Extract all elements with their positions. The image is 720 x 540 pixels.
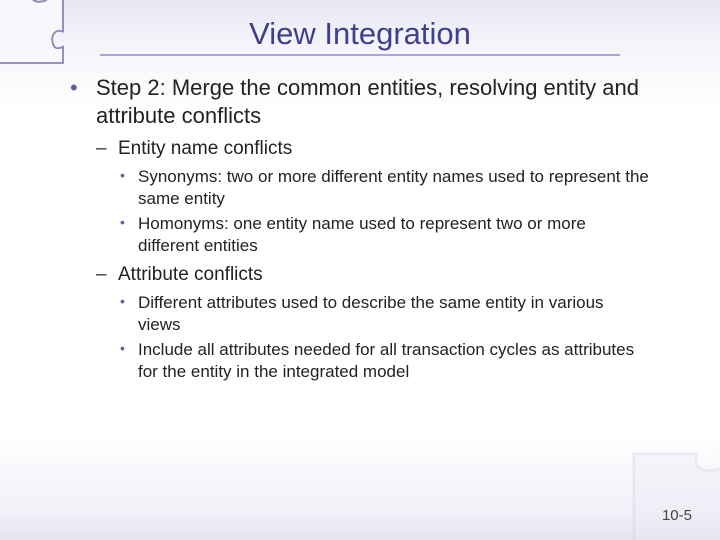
bullet-lvl3: Homonyms: one entity name used to repres…	[118, 213, 650, 257]
slide-title: View Integration	[30, 16, 690, 52]
bullet-lvl1: Step 2: Merge the common entities, resol…	[70, 74, 650, 383]
bullet-lvl2: Attribute conflicts Different attributes…	[96, 263, 650, 383]
title-divider	[100, 54, 620, 56]
bullet-text: Different attributes used to describe th…	[138, 293, 604, 334]
page-number: 10-5	[662, 507, 692, 524]
bullet-lvl3: Different attributes used to describe th…	[118, 292, 650, 336]
bullet-text: Attribute conflicts	[118, 264, 263, 285]
bullet-lvl3: Include all attributes needed for all tr…	[118, 339, 650, 383]
bullet-text: Synonyms: two or more different entity n…	[138, 167, 649, 208]
slide-body: Step 2: Merge the common entities, resol…	[30, 74, 690, 383]
bullet-lvl3: Synonyms: two or more different entity n…	[118, 166, 650, 210]
bullet-text: Step 2: Merge the common entities, resol…	[96, 75, 639, 128]
slide: View Integration Step 2: Merge the commo…	[0, 0, 720, 540]
bullet-text: Include all attributes needed for all tr…	[138, 340, 634, 381]
bullet-lvl2: Entity name conflicts Synonyms: two or m…	[96, 137, 650, 257]
bullet-text: Homonyms: one entity name used to repres…	[138, 214, 586, 255]
bullet-text: Entity name conflicts	[118, 138, 292, 159]
